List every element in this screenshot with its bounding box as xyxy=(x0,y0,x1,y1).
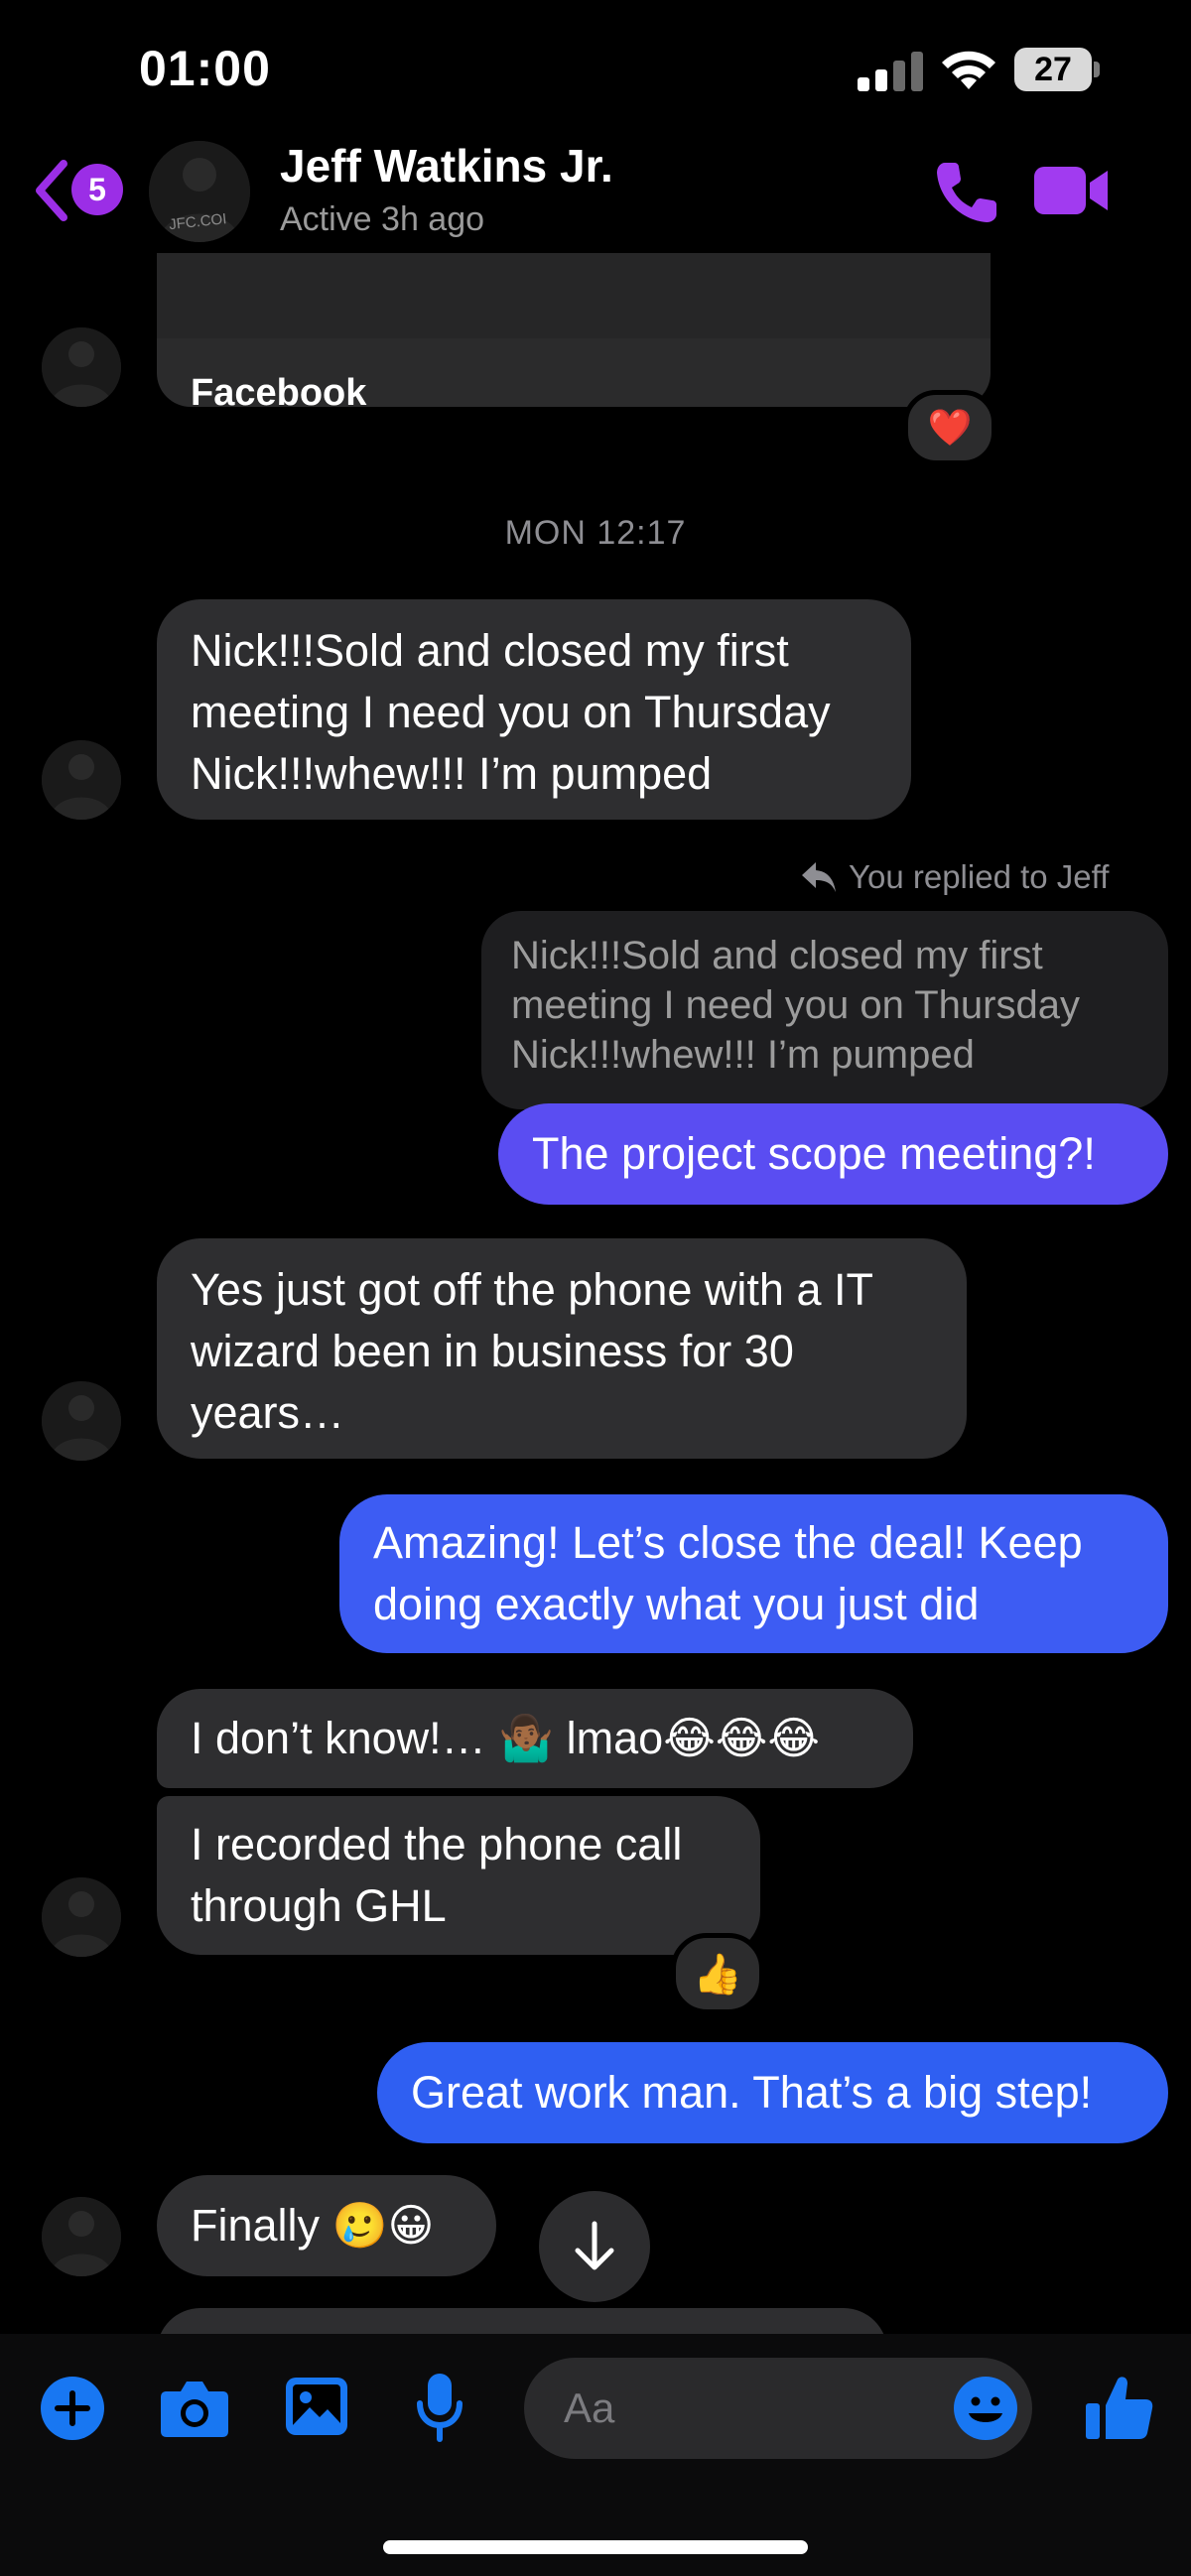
contact-active-status: Active 3h ago xyxy=(280,200,485,238)
message-text: wizard been in business for 30 xyxy=(191,1326,794,1376)
message-text: Finally 🥲😀 xyxy=(191,2200,435,2251)
quoted-message[interactable]: Nick!!!Sold and closed my first meeting … xyxy=(481,911,1168,1109)
message-text: Yes just got off the phone with a IT xyxy=(191,1264,873,1315)
message-bubble-incoming[interactable]: Yes just got off the phone with a IT wiz… xyxy=(157,1238,967,1459)
message-bubble-outgoing[interactable]: Amazing! Let’s close the deal! Keep doin… xyxy=(339,1494,1168,1653)
message-bubble-incoming[interactable]: Finally 🥲😀 xyxy=(157,2175,496,2276)
heart-reaction[interactable]: ❤️ xyxy=(903,390,996,465)
message-text: Amazing! Let’s close the deal! Keep xyxy=(373,1517,1083,1568)
contact-name[interactable]: Jeff Watkins Jr. xyxy=(280,139,613,193)
thumbs-up-icon[interactable] xyxy=(1084,2372,1155,2443)
contact-avatar[interactable]: JFC.COI xyxy=(149,141,250,242)
message-text: I recorded the phone call xyxy=(191,1819,683,1869)
message-bubble-outgoing[interactable]: Great work man. That’s a big step! xyxy=(377,2042,1168,2143)
message-text: I don’t know!… 🤷🏾‍♂️ lmao😂😂😂 xyxy=(191,1713,820,1763)
sender-avatar[interactable] xyxy=(42,740,121,820)
message-text: doing exactly what you just did xyxy=(373,1579,980,1629)
message-text: meeting I need you on Thursday xyxy=(191,687,831,737)
quoted-text: Nick!!!whew!!! I’m pumped xyxy=(511,1033,975,1077)
message-bubble-incoming[interactable]: I don’t know!… 🤷🏾‍♂️ lmao😂😂😂 xyxy=(157,1689,913,1788)
message-text: Nick!!!whew!!! I’m pumped xyxy=(191,748,713,799)
message-bubble-incoming[interactable]: I recorded the phone call through GHL xyxy=(157,1796,760,1955)
quoted-text: meeting I need you on Thursday xyxy=(511,983,1080,1027)
message-bubble-incoming[interactable]: Nick!!!Sold and closed my first meeting … xyxy=(157,599,911,820)
shared-link-card[interactable]: Facebook xyxy=(157,253,991,407)
unread-badge: 5 xyxy=(71,164,123,215)
battery-indicator: 27 xyxy=(1014,48,1102,93)
back-chevron-icon xyxy=(36,160,67,221)
thumbs-up-reaction[interactable]: 👍 xyxy=(671,1933,764,2014)
home-indicator xyxy=(383,2540,808,2554)
smiley-icon[interactable] xyxy=(953,2376,1018,2441)
message-bubble-outgoing[interactable]: The project scope meeting?! xyxy=(498,1103,1168,1205)
reply-arrow-icon xyxy=(802,862,836,892)
image-icon[interactable] xyxy=(284,2376,349,2437)
camera-icon[interactable] xyxy=(159,2378,230,2439)
sender-avatar[interactable] xyxy=(42,1381,121,1461)
sender-avatar[interactable] xyxy=(42,327,121,407)
scroll-to-bottom-button[interactable] xyxy=(539,2191,650,2302)
cellular-signal-icon xyxy=(858,52,923,91)
battery-level: 27 xyxy=(1014,48,1092,91)
wifi-icon xyxy=(942,51,995,89)
message-text: Nick!!!Sold and closed my first xyxy=(191,625,789,676)
plus-icon[interactable] xyxy=(40,2376,105,2441)
message-text: The project scope meeting?! xyxy=(532,1128,1096,1179)
back-button[interactable]: 5 xyxy=(32,154,131,233)
phone-icon[interactable] xyxy=(931,157,1002,228)
message-text: Great work man. That’s a big step! xyxy=(411,2067,1093,2118)
arrow-down-icon xyxy=(575,2221,614,2270)
microphone-icon[interactable] xyxy=(415,2372,464,2443)
link-card-title: Facebook xyxy=(191,372,367,407)
message-text: years… xyxy=(191,1387,345,1438)
timestamp: MON 12:17 xyxy=(504,514,687,552)
reply-label: You replied to Jeff xyxy=(849,858,1110,895)
quoted-text: Nick!!!Sold and closed my first xyxy=(511,934,1043,977)
video-camera-icon[interactable] xyxy=(1032,161,1112,220)
sender-avatar[interactable] xyxy=(42,2197,121,2276)
message-text: through GHL xyxy=(191,1880,447,1931)
status-time: 01:00 xyxy=(139,41,271,96)
sender-avatar[interactable] xyxy=(42,1877,121,1957)
